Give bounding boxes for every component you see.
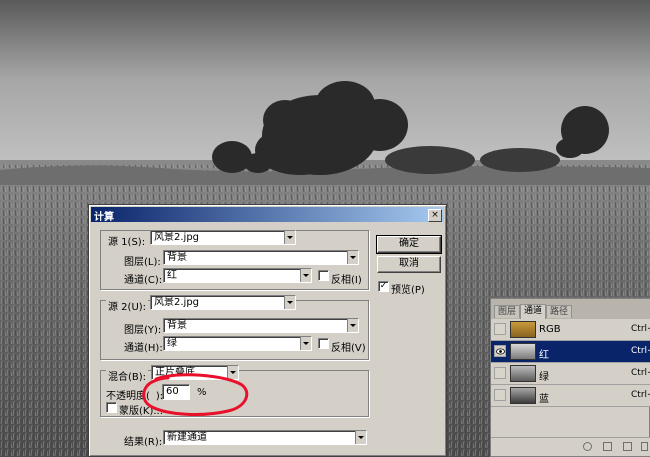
dialog-title: 计算 — [94, 212, 114, 223]
opacity-percent: % — [197, 387, 207, 398]
channel-name: 红 — [539, 350, 549, 361]
blending-label: 混合(B): — [106, 368, 149, 383]
load-selection-icon[interactable] — [583, 442, 592, 451]
delete-channel-icon[interactable] — [641, 442, 648, 451]
dialog-close-button[interactable]: × — [428, 209, 442, 222]
channel-row-rgb[interactable]: RGB Ctrl+2 — [491, 319, 650, 341]
chevron-down-icon — [300, 269, 311, 282]
source1-invert-checkbox[interactable] — [318, 270, 329, 281]
chevron-down-icon — [347, 319, 358, 332]
source2-invert-checkbox[interactable] — [318, 338, 329, 349]
result-select[interactable]: 新建通道 — [163, 430, 367, 445]
source2-channel-label: 通道(H): — [124, 343, 163, 354]
channel-row-green[interactable]: 绿 Ctrl+4 — [491, 363, 650, 385]
source1-channel-select[interactable]: 红 — [163, 268, 312, 283]
cancel-button[interactable]: 取消 — [377, 256, 441, 273]
channel-shortcut: Ctrl+3 — [631, 346, 650, 356]
opacity-label: 不透明度(): — [106, 391, 164, 402]
mask-label[interactable]: 蒙版(K)... — [119, 402, 163, 417]
tab-layers[interactable]: 图层 — [494, 305, 521, 318]
chevron-down-icon — [355, 431, 366, 444]
source2-file-select[interactable]: 风景2.jpg — [150, 295, 296, 310]
new-channel-icon[interactable] — [623, 442, 632, 451]
channel-thumbnail — [510, 343, 536, 360]
channel-thumbnail — [510, 321, 536, 338]
source1-label: 源 1(S): — [106, 233, 148, 248]
channel-shortcut: Ctrl+2 — [631, 324, 650, 334]
blending-mode-select[interactable]: 正片叠底 — [151, 365, 239, 380]
save-selection-icon[interactable] — [603, 442, 612, 451]
panel-tabs: 图层 通道 路径 — [491, 299, 650, 319]
mask-checkbox[interactable] — [106, 402, 117, 413]
ok-button[interactable]: 确定 — [376, 235, 442, 254]
tab-paths[interactable]: 路径 — [546, 305, 573, 318]
visibility-toggle[interactable] — [494, 367, 506, 379]
channel-thumbnail — [510, 365, 536, 382]
channel-name: 蓝 — [539, 394, 549, 405]
source1-file-select[interactable]: 风景2.jpg — [150, 230, 296, 245]
visibility-toggle[interactable] — [494, 323, 506, 335]
channel-name: 绿 — [539, 372, 549, 383]
panel-footer — [491, 437, 650, 456]
chevron-down-icon — [284, 231, 295, 244]
visibility-toggle[interactable] — [494, 345, 506, 357]
chevron-down-icon — [347, 251, 358, 264]
channel-row-red[interactable]: 红 Ctrl+3 — [491, 341, 650, 363]
channel-shortcut: Ctrl+4 — [631, 368, 650, 378]
chevron-down-icon — [284, 296, 295, 309]
channel-thumbnail — [510, 387, 536, 404]
source2-layer-label: 图层(Y): — [124, 325, 162, 336]
result-label: 结果(R): — [124, 437, 163, 448]
visibility-toggle[interactable] — [494, 389, 506, 401]
source1-layer-label: 图层(L): — [124, 257, 161, 268]
tab-channels[interactable]: 通道 — [520, 304, 547, 319]
source2-layer-select[interactable]: 背景 — [163, 318, 359, 333]
source2-invert-label[interactable]: 反相(V) — [331, 339, 366, 354]
source2-channel-select[interactable]: 绿 — [163, 336, 312, 351]
dialog-titlebar[interactable]: 计算 × — [91, 207, 444, 223]
channels-panel: 图层 通道 路径 RGB Ctrl+2 红 Ctrl+3 绿 Ctrl+4 — [490, 298, 650, 457]
source2-label: 源 2(U): — [106, 298, 149, 313]
channel-row-blue[interactable]: 蓝 Ctrl+5 — [491, 385, 650, 407]
chevron-down-icon — [227, 366, 238, 379]
opacity-input[interactable]: 60 — [162, 384, 190, 400]
preview-checkbox[interactable]: ✓ — [378, 281, 389, 292]
channel-name: RGB — [539, 324, 561, 335]
eye-icon — [496, 348, 505, 355]
source1-layer-select[interactable]: 背景 — [163, 250, 359, 265]
chevron-down-icon — [300, 337, 311, 350]
source1-invert-label[interactable]: 反相(I) — [331, 271, 362, 286]
source1-channel-label: 通道(C): — [124, 275, 163, 286]
calculations-dialog: 计算 × 源 1(S): 风景2.jpg 图层(L): 背景 通道(C): 红 … — [88, 204, 447, 457]
preview-label[interactable]: 预览(P) — [391, 281, 425, 296]
channel-shortcut: Ctrl+5 — [631, 390, 650, 400]
